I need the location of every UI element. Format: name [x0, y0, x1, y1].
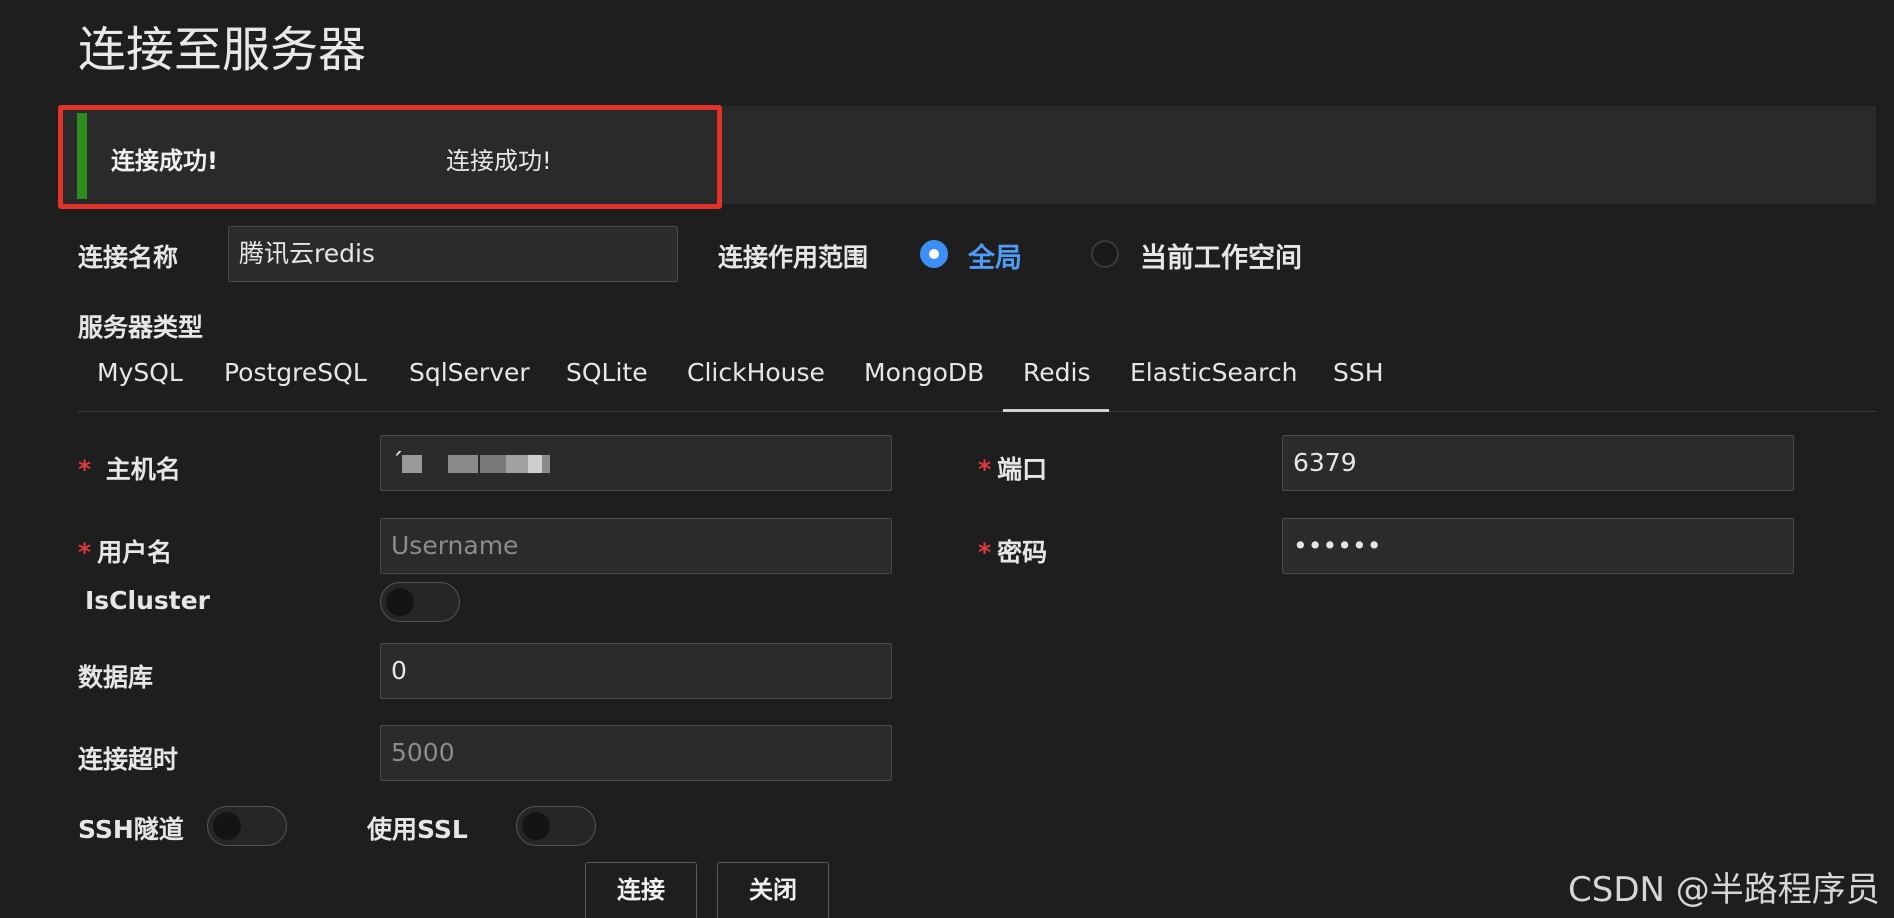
connection-name-label: 连接名称 — [78, 243, 179, 272]
is-cluster-label: IsCluster — [85, 586, 211, 615]
connection-name-input[interactable]: 腾讯云redis — [228, 226, 678, 282]
scope-global-label[interactable]: 全局 — [968, 236, 1022, 275]
tab-sqlserver[interactable]: SqlServer — [409, 358, 530, 387]
required-mark: * — [978, 455, 992, 484]
database-label: 数据库 — [78, 663, 154, 692]
is-cluster-toggle[interactable] — [380, 582, 460, 622]
port-input[interactable]: 6379 — [1282, 435, 1794, 491]
ssh-tunnel-label: SSH隧道 — [78, 815, 184, 844]
timeout-label: 连接超时 — [78, 745, 179, 774]
database-input[interactable]: 0 — [380, 643, 892, 699]
server-type-label: 服务器类型 — [78, 313, 204, 342]
password-input[interactable]: •••••• — [1282, 518, 1794, 574]
scope-label: 连接作用范围 — [718, 243, 869, 272]
timeout-input[interactable]: 5000 — [380, 725, 892, 781]
tabs-divider — [78, 411, 1876, 412]
required-mark: * — [978, 538, 992, 567]
required-mark: * — [78, 455, 92, 484]
connect-button[interactable]: 连接 — [585, 862, 697, 918]
watermark: CSDN @半路程序员 — [1568, 870, 1880, 910]
use-ssl-toggle[interactable] — [516, 806, 596, 846]
username-label: * 用户名 — [78, 533, 172, 569]
alert-message: 连接成功! — [446, 147, 552, 175]
scope-global-radio[interactable] — [920, 240, 948, 268]
scope-workspace-radio[interactable] — [1091, 240, 1119, 268]
use-ssl-label: 使用SSL — [367, 815, 468, 844]
ssh-tunnel-toggle[interactable] — [207, 806, 287, 846]
port-label: * 端口 — [978, 450, 1047, 486]
scope-workspace-label[interactable]: 当前工作空间 — [1140, 236, 1302, 275]
username-label-text: 用户名 — [97, 538, 173, 567]
tab-elasticsearch[interactable]: ElasticSearch — [1130, 358, 1297, 387]
required-mark: * — [78, 538, 92, 567]
port-label-text: 端口 — [997, 455, 1048, 484]
tab-postgresql[interactable]: PostgreSQL — [224, 358, 367, 387]
password-label-text: 密码 — [997, 538, 1048, 567]
tab-ssh[interactable]: SSH — [1333, 358, 1384, 387]
tab-mongodb[interactable]: MongoDB — [864, 358, 984, 387]
alert-accent-bar — [77, 113, 87, 199]
tab-mysql[interactable]: MySQL — [97, 358, 183, 387]
host-label-text: 主机名 — [105, 455, 181, 484]
page-title: 连接至服务器 — [78, 22, 367, 78]
connect-server-dialog: 连接至服务器 连接成功! 连接成功! 连接名称 腾讯云redis 连接作用范围 … — [0, 0, 1894, 918]
alert-title: 连接成功! — [111, 147, 218, 175]
active-tab-indicator — [1003, 409, 1109, 412]
success-alert: 连接成功! 连接成功! — [60, 106, 1876, 204]
host-label: * 主机名 — [78, 450, 181, 486]
tab-sqlite[interactable]: SQLite — [566, 358, 648, 387]
tab-clickhouse[interactable]: ClickHouse — [687, 358, 825, 387]
password-label: * 密码 — [978, 533, 1047, 569]
username-input[interactable]: Username — [380, 518, 892, 574]
close-button[interactable]: 关闭 — [717, 862, 829, 918]
tab-redis[interactable]: Redis — [1023, 358, 1090, 387]
